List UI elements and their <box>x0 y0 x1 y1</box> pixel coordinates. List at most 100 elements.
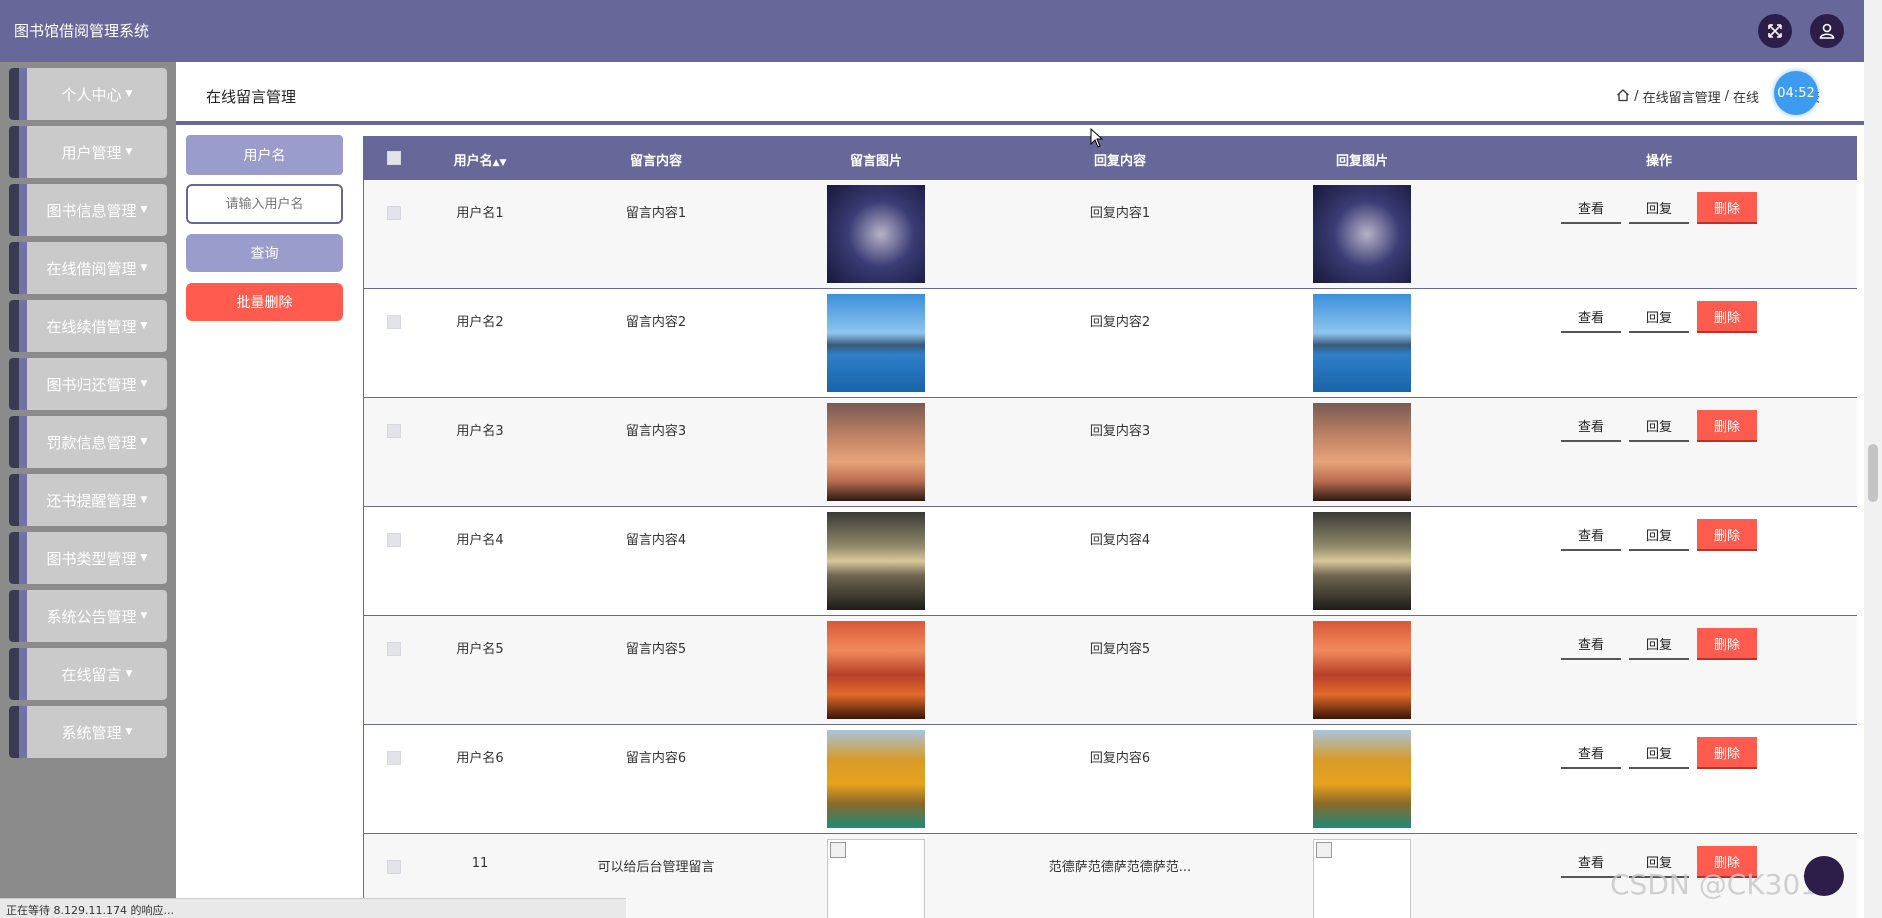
caret-down-icon: ▼ <box>140 263 148 273</box>
reply-image[interactable] <box>1313 730 1411 828</box>
view-button[interactable]: 查看 <box>1561 301 1621 333</box>
cell-username: 用户名5 <box>456 642 504 657</box>
select-all-checkbox[interactable] <box>387 151 401 165</box>
app-title: 图书馆借阅管理系统 <box>14 22 150 40</box>
reply-button[interactable]: 回复 <box>1629 192 1689 224</box>
row-checkbox[interactable] <box>387 642 401 656</box>
sidebar-item-return-reminder[interactable]: 还书提醒管理 ▼ <box>9 474 167 526</box>
scrollbar-thumb[interactable] <box>1868 444 1878 502</box>
sidebar-item-fine-info[interactable]: 罚款信息管理 ▼ <box>9 416 167 468</box>
mouse-cursor-icon <box>1090 128 1104 148</box>
sidebar-item-online-renew[interactable]: 在线续借管理 ▼ <box>9 300 167 352</box>
row-checkbox[interactable] <box>387 315 401 329</box>
table-row: 用户名1 留言内容1 回复内容1 查看 回复 删除 <box>364 180 1857 289</box>
broken-image-icon[interactable] <box>827 839 925 918</box>
sidebar-item-online-message[interactable]: 在线留言 ▼ <box>9 648 167 700</box>
table-row: 用户名6 留言内容6 回复内容6 查看 回复 删除 <box>364 725 1857 834</box>
caret-down-icon: ▼ <box>140 321 148 331</box>
row-checkbox[interactable] <box>387 206 401 220</box>
reply-image[interactable] <box>1313 185 1411 283</box>
caret-down-icon: ▼ <box>125 147 133 157</box>
row-checkbox[interactable] <box>387 533 401 547</box>
fullscreen-icon[interactable] <box>1758 14 1792 48</box>
message-image[interactable] <box>827 185 925 283</box>
delete-button[interactable]: 删除 <box>1697 737 1757 769</box>
cell-reply: 回复内容3 <box>1089 424 1151 439</box>
message-image[interactable] <box>827 512 925 610</box>
column-header-image: 留言图片 <box>849 154 903 169</box>
message-image[interactable] <box>827 403 925 501</box>
cell-reply: 回复内容6 <box>1089 751 1151 766</box>
timer-badge: 04:52 <box>1774 71 1818 115</box>
reply-button[interactable]: 回复 <box>1629 737 1689 769</box>
delete-button[interactable]: 删除 <box>1697 410 1757 442</box>
sidebar-item-book-type[interactable]: 图书类型管理 ▼ <box>9 532 167 584</box>
column-header-reply: 回复内容 <box>1093 154 1147 169</box>
cell-reply: 回复内容1 <box>1089 206 1151 221</box>
page-header: 在线留言管理 / 在线留言管理 / 在线 表 <box>176 62 1864 122</box>
reply-image[interactable] <box>1313 294 1411 392</box>
row-checkbox[interactable] <box>387 860 401 874</box>
page-scrollbar[interactable] <box>1864 0 1882 918</box>
sidebar-item-label: 还书提醒管理 <box>46 491 137 510</box>
view-button[interactable]: 查看 <box>1561 519 1621 551</box>
delete-button[interactable]: 删除 <box>1697 628 1757 660</box>
delete-button[interactable]: 删除 <box>1697 192 1757 224</box>
view-button[interactable]: 查看 <box>1561 410 1621 442</box>
top-bar: 图书馆借阅管理系统 <box>0 0 1864 62</box>
view-button[interactable]: 查看 <box>1561 737 1621 769</box>
reply-button[interactable]: 回复 <box>1629 628 1689 660</box>
table-header: 用户名▲▼ 留言内容 留言图片 回复内容 回复图片 操作 <box>364 136 1857 180</box>
reply-image[interactable] <box>1313 403 1411 501</box>
home-icon[interactable] <box>1616 88 1630 106</box>
query-button[interactable]: 查询 <box>186 234 343 272</box>
sort-arrows-icon[interactable]: ▲▼ <box>493 158 507 168</box>
sidebar-item-book-info[interactable]: 图书信息管理 ▼ <box>9 184 167 236</box>
sidebar-item-announcement[interactable]: 系统公告管理 ▼ <box>9 590 167 642</box>
sidebar-item-label: 图书信息管理 <box>46 201 137 220</box>
caret-down-icon: ▼ <box>140 553 148 563</box>
message-image[interactable] <box>827 294 925 392</box>
cell-username: 用户名1 <box>456 206 504 221</box>
batch-delete-button[interactable]: 批量删除 <box>186 283 343 321</box>
broken-image-icon[interactable] <box>1313 839 1411 918</box>
cell-content: 留言内容6 <box>625 751 687 766</box>
cell-content: 留言内容4 <box>625 533 687 548</box>
reply-button[interactable]: 回复 <box>1629 410 1689 442</box>
reply-image[interactable] <box>1313 621 1411 719</box>
breadcrumb-item[interactable]: 在线留言管理 <box>1643 87 1721 106</box>
reply-button[interactable]: 回复 <box>1629 519 1689 551</box>
reply-button[interactable]: 回复 <box>1629 301 1689 333</box>
sidebar-item-label: 在线借阅管理 <box>46 259 137 278</box>
view-button[interactable]: 查看 <box>1561 192 1621 224</box>
cell-content: 留言内容1 <box>625 206 687 221</box>
sidebar-item-label: 图书类型管理 <box>46 549 137 568</box>
cell-username: 用户名3 <box>456 424 504 439</box>
reply-image[interactable] <box>1313 512 1411 610</box>
breadcrumb-separator: / <box>1634 89 1639 104</box>
delete-button[interactable]: 删除 <box>1697 519 1757 551</box>
username-filter-label: 用户名 <box>186 135 343 175</box>
cell-content: 留言内容5 <box>625 642 687 657</box>
cell-username: 用户名4 <box>456 533 504 548</box>
username-search-input[interactable] <box>186 184 343 224</box>
row-checkbox[interactable] <box>387 424 401 438</box>
sidebar-item-online-borrow[interactable]: 在线借阅管理 ▼ <box>9 242 167 294</box>
sidebar-item-system[interactable]: 系统管理 ▼ <box>9 706 167 758</box>
sidebar-item-personal-center[interactable]: 个人中心 ▼ <box>9 68 167 120</box>
column-header-username[interactable]: 用户名▲▼ <box>454 150 507 169</box>
message-image[interactable] <box>827 730 925 828</box>
view-button[interactable]: 查看 <box>1561 628 1621 660</box>
column-header-content: 留言内容 <box>629 154 683 169</box>
floating-action-button[interactable] <box>1804 856 1844 896</box>
user-icon[interactable] <box>1810 14 1844 48</box>
message-image[interactable] <box>827 621 925 719</box>
caret-down-icon: ▼ <box>125 669 133 679</box>
row-checkbox[interactable] <box>387 751 401 765</box>
sidebar-item-user-management[interactable]: 用户管理 ▼ <box>9 126 167 178</box>
cell-reply: 范德萨范德萨范德萨范... <box>1048 860 1192 875</box>
sidebar-item-book-return[interactable]: 图书归还管理 ▼ <box>9 358 167 410</box>
cell-username: 11 <box>471 856 489 871</box>
delete-button[interactable]: 删除 <box>1697 301 1757 333</box>
caret-down-icon: ▼ <box>125 89 133 99</box>
